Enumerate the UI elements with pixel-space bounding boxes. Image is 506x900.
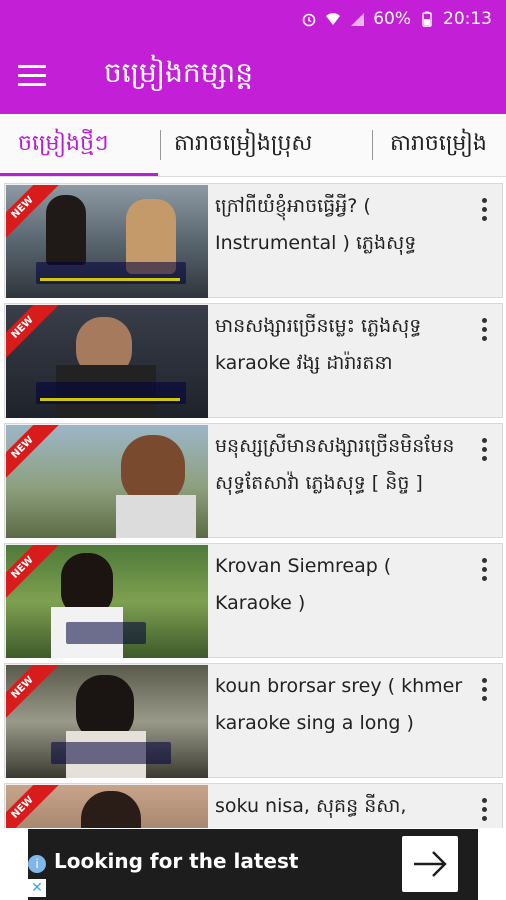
battery-icon bbox=[422, 11, 432, 27]
video-card[interactable]: NEW ក្រៅពីយំខ្ញុំអាចធ្វើអ្វី? ( Instrume… bbox=[4, 183, 503, 298]
more-options-icon[interactable] bbox=[482, 798, 488, 824]
signal-icon bbox=[351, 12, 365, 26]
ad-close-icon[interactable]: ✕ bbox=[28, 879, 46, 897]
tab-divider bbox=[372, 130, 373, 160]
video-thumbnail[interactable]: NEW bbox=[6, 665, 208, 778]
video-card[interactable]: NEW Krovan Siemreap ( Karaoke ) bbox=[4, 543, 503, 658]
more-options-icon[interactable] bbox=[482, 678, 488, 704]
video-card[interactable]: NEW koun brorsar srey ( khmer karaoke si… bbox=[4, 663, 503, 778]
video-card[interactable]: NEW មានសង្សារច្រើនម្លេះ ភ្លេងសុទ្ធ karao… bbox=[4, 303, 503, 418]
video-title[interactable]: មានសង្សារច្រើនម្លេះ ភ្លេងសុទ្ធ karaoke វ… bbox=[215, 308, 465, 382]
video-thumbnail[interactable]: NEW bbox=[6, 305, 208, 418]
video-title[interactable]: koun brorsar srey ( khmer karaoke sing a… bbox=[215, 668, 465, 742]
ad-text: Looking for the latest bbox=[54, 849, 299, 873]
more-options-icon[interactable] bbox=[482, 558, 488, 584]
menu-icon[interactable] bbox=[18, 65, 48, 87]
more-options-icon[interactable] bbox=[482, 438, 488, 464]
video-card[interactable]: NEW មនុស្សស្រីមានសង្សារច្រើនមិនមែនសុទ្ធត… bbox=[4, 423, 503, 538]
new-badge: NEW bbox=[6, 425, 60, 485]
video-thumbnail[interactable]: NEW bbox=[6, 785, 208, 828]
tab-male-singers[interactable]: តារាចម្រៀងប្រុស bbox=[160, 114, 326, 176]
app-title: ចម្រៀងកម្សាន្ត bbox=[104, 56, 254, 89]
new-badge: NEW bbox=[6, 665, 60, 725]
new-badge: NEW bbox=[6, 305, 60, 365]
video-title[interactable]: ក្រៅពីយំខ្ញុំអាចធ្វើអ្វី? ( Instrumental… bbox=[215, 188, 465, 262]
status-bar: 60% 20:13 bbox=[0, 0, 506, 37]
more-options-icon[interactable] bbox=[482, 318, 488, 344]
video-title[interactable]: មនុស្សស្រីមានសង្សារច្រើនមិនមែនសុទ្ធតែសាវ… bbox=[215, 428, 465, 502]
video-list: NEW ក្រៅពីយំខ្ញុំអាចធ្វើអ្វី? ( Instrume… bbox=[0, 178, 506, 828]
new-badge: NEW bbox=[6, 545, 60, 605]
arrow-right-icon bbox=[414, 851, 447, 877]
video-thumbnail[interactable]: NEW bbox=[6, 425, 208, 538]
video-thumbnail[interactable]: NEW bbox=[6, 545, 208, 658]
category-tabs: ចម្រៀងថ្មីៗ តារាចម្រៀងប្រុស តារាចម្រៀង bbox=[0, 114, 506, 177]
ad-arrow-button[interactable] bbox=[402, 836, 458, 892]
active-tab-indicator bbox=[0, 173, 158, 176]
ad-banner[interactable]: i ✕ Looking for the latest bbox=[28, 829, 478, 900]
video-thumbnail[interactable]: NEW bbox=[6, 185, 208, 298]
new-badge: NEW bbox=[6, 785, 60, 828]
tab-singers[interactable]: តារាចម្រៀង bbox=[376, 114, 501, 176]
battery-percent: 60% bbox=[373, 8, 411, 29]
more-options-icon[interactable] bbox=[482, 198, 488, 224]
clock-time: 20:13 bbox=[443, 8, 492, 29]
video-card[interactable]: NEW soku nisa, សុគន្ធ នីសា, bbox=[4, 783, 503, 828]
tab-new-songs[interactable]: ចម្រៀងថ្មីៗ bbox=[4, 114, 122, 176]
alarm-icon bbox=[302, 13, 316, 26]
ad-info-icon[interactable]: i bbox=[28, 855, 46, 873]
wifi-icon bbox=[326, 12, 341, 25]
app-bar: ចម្រៀងកម្សាន្ត bbox=[0, 37, 506, 114]
video-title[interactable]: Krovan Siemreap ( Karaoke ) bbox=[215, 548, 465, 622]
video-title[interactable]: soku nisa, សុគន្ធ នីសា, bbox=[215, 788, 465, 825]
